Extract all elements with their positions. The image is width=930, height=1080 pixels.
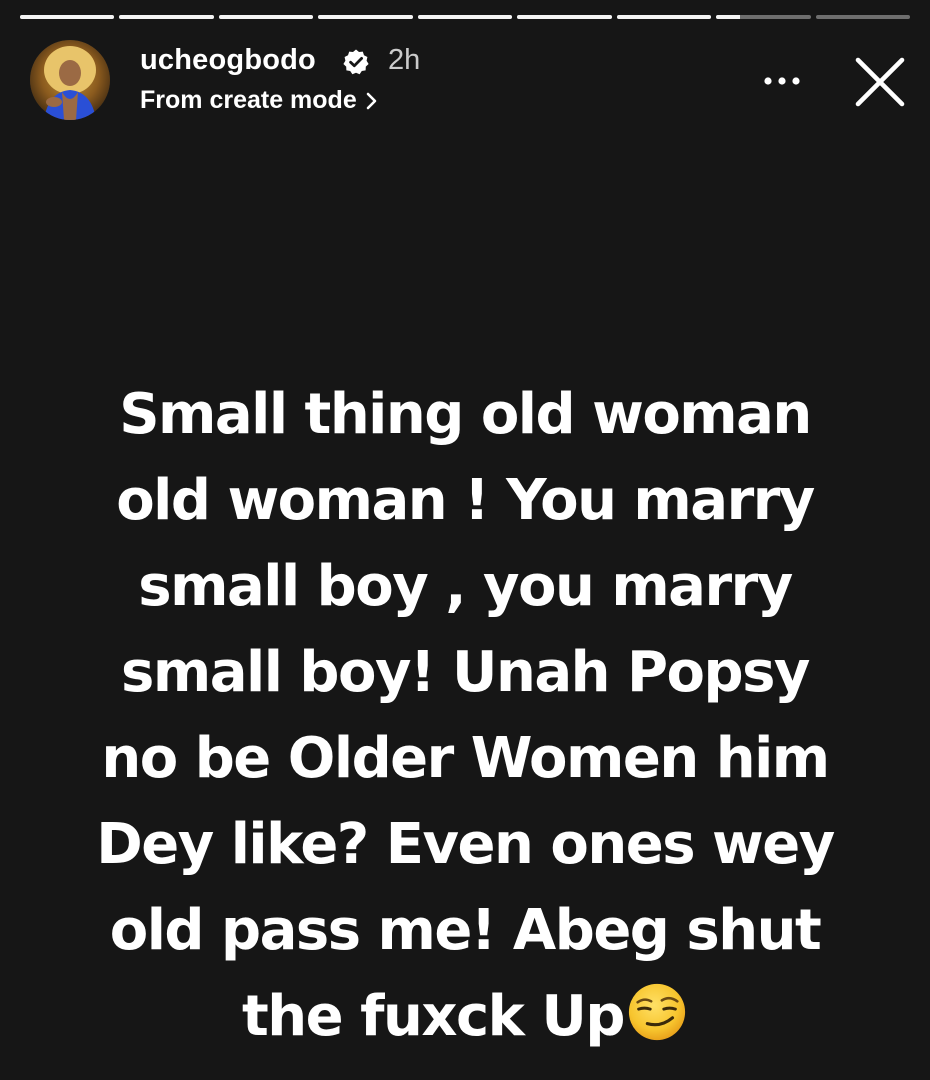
story-text-line: Dey like? Even ones wey [96,812,835,877]
story-header: ucheogbodo 2h From create mode [30,40,910,122]
progress-segment-1 [20,15,115,19]
create-mode-link[interactable]: From create mode [140,86,379,115]
story-text-line: Small thing old woman [119,382,812,447]
progress-fill [417,15,513,19]
progress-segment-6 [517,15,612,19]
more-options-icon[interactable] [760,66,804,96]
progress-segment-5 [417,15,513,19]
progress-segment-8 [716,15,811,19]
avatar-image [30,40,110,120]
progress-segment-7 [616,15,712,19]
smirking-face-emoji [628,983,686,1041]
story-text-line: small boy , you marry [138,554,793,619]
story-text-last-line: the fuxck Up [40,974,890,1060]
story-text-block: Small thing old woman old woman ! You ma… [40,372,890,1060]
progress-segment-9 [815,15,910,19]
progress-fill [218,15,314,19]
story-progress-bars [20,15,910,20]
story-text-line: no be Older Women him [101,726,830,791]
profile-avatar[interactable] [30,40,110,120]
progress-fill [517,15,612,19]
story-text-line: old pass me! Abeg shut [109,898,822,963]
author-username[interactable]: ucheogbodo [140,44,316,77]
progress-fill [20,15,115,19]
story-text-line: small boy! Unah Popsy [121,640,810,705]
close-icon[interactable] [852,54,908,110]
story-text-line: old woman ! You marry [116,468,815,533]
progress-fill [716,15,740,19]
story-text-line: the fuxck Up [242,984,625,1049]
progress-fill [119,15,214,19]
progress-fill [616,15,712,19]
chevron-right-icon [366,92,377,109]
progress-segment-3 [218,15,314,19]
create-mode-label: From create mode [140,86,357,114]
post-time: 2h [388,44,421,76]
progress-segment-4 [318,15,413,19]
progress-segment-2 [119,15,214,19]
verified-badge-icon [343,49,369,75]
progress-fill [318,15,413,19]
